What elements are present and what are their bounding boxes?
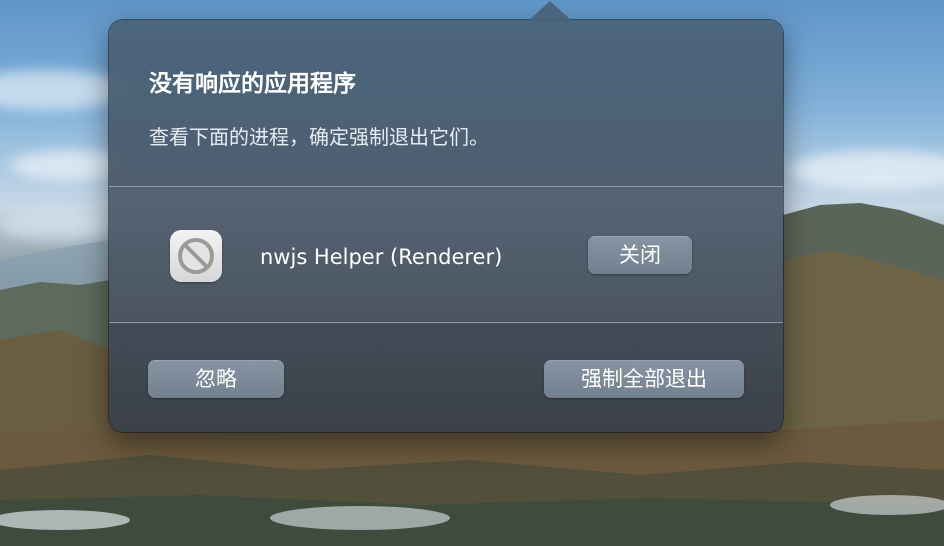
blocked-app-icon <box>170 230 222 282</box>
close-app-button[interactable]: 关闭 <box>588 236 692 274</box>
dialog-title: 没有响应的应用程序 <box>149 71 356 97</box>
desktop-background: 没有响应的应用程序 查看下面的进程，确定强制退出它们。 nwjs Helper … <box>0 0 944 546</box>
divider <box>109 322 783 323</box>
app-name: nwjs Helper (Renderer) <box>260 245 503 269</box>
ignore-button[interactable]: 忽略 <box>148 360 284 398</box>
dialog-subtitle: 查看下面的进程，确定强制退出它们。 <box>149 125 489 149</box>
popover-arrow <box>528 1 572 21</box>
force-quit-all-button[interactable]: 强制全部退出 <box>544 360 744 398</box>
unresponsive-apps-dialog: 没有响应的应用程序 查看下面的进程，确定强制退出它们。 nwjs Helper … <box>109 1 783 432</box>
